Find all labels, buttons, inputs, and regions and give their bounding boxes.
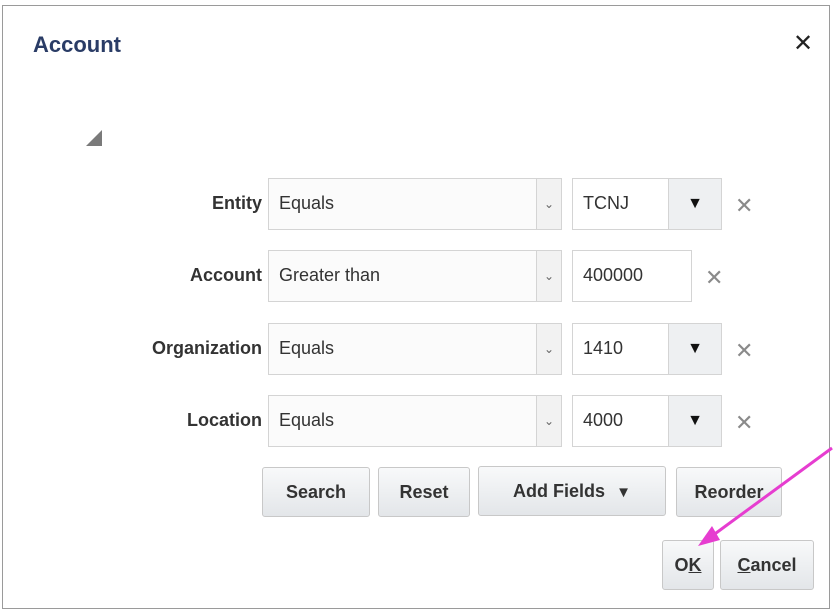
location-dropdown-icon[interactable]: ▼ <box>668 396 721 446</box>
organization-dropdown-icon[interactable]: ▼ <box>668 324 721 374</box>
account-remove-icon[interactable]: ✕ <box>705 265 723 291</box>
location-label: Location <box>187 410 262 430</box>
reset-button[interactable]: Reset <box>378 467 470 517</box>
add-fields-arrow-icon: ▼ <box>616 484 631 501</box>
location-operator-select[interactable]: Equals ⌄ <box>268 395 562 447</box>
organization-value-field[interactable]: 1410 ▼ <box>572 323 722 375</box>
close-icon[interactable]: ✕ <box>793 32 813 56</box>
location-remove-icon[interactable]: ✕ <box>735 410 753 436</box>
location-value: 4000 <box>583 410 624 430</box>
entity-operator-select[interactable]: Equals ⌄ <box>268 178 562 230</box>
add-fields-label: Add Fields <box>513 481 606 501</box>
account-value-field[interactable]: 400000 <box>572 250 692 302</box>
disclosure-triangle-icon[interactable] <box>86 130 102 146</box>
organization-operator-value: Equals <box>279 338 335 358</box>
organization-remove-icon[interactable]: ✕ <box>735 338 753 364</box>
chevron-down-icon[interactable]: ⌄ <box>536 251 561 301</box>
search-button[interactable]: Search <box>262 467 370 517</box>
chevron-down-icon[interactable]: ⌄ <box>536 179 561 229</box>
entity-value-field[interactable]: TCNJ ▼ <box>572 178 722 230</box>
annotation-arrow <box>698 446 833 546</box>
entity-value: TCNJ <box>583 193 629 213</box>
add-fields-button[interactable]: Add Fields ▼ <box>478 466 666 516</box>
location-operator-value: Equals <box>279 410 335 430</box>
dialog-title: Account <box>33 32 121 57</box>
organization-value: 1410 <box>583 338 624 358</box>
chevron-down-icon[interactable]: ⌄ <box>536 396 561 446</box>
account-operator-select[interactable]: Greater than ⌄ <box>268 250 562 302</box>
entity-label: Entity <box>211 193 262 213</box>
organization-operator-select[interactable]: Equals ⌄ <box>268 323 562 375</box>
account-label: Account <box>190 265 262 285</box>
entity-operator-value: Equals <box>279 193 335 213</box>
organization-label: Organization <box>151 338 262 358</box>
account-operator-value: Greater than <box>279 265 381 285</box>
account-value: 400000 <box>583 265 644 285</box>
entity-remove-icon[interactable]: ✕ <box>735 193 753 219</box>
entity-dropdown-icon[interactable]: ▼ <box>668 179 721 229</box>
chevron-down-icon[interactable]: ⌄ <box>536 324 561 374</box>
